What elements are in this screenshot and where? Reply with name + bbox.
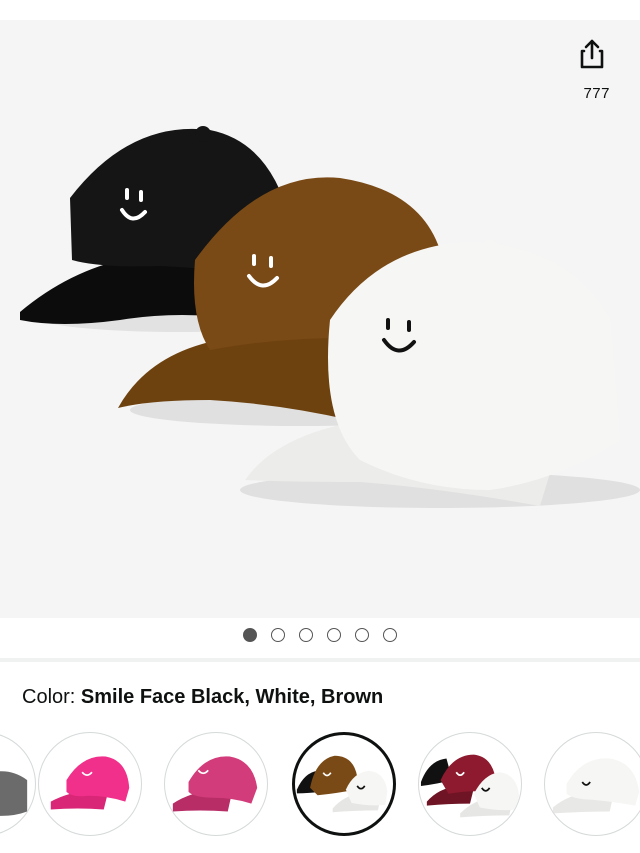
color-swatch-row [0, 730, 640, 840]
pagination-dot[interactable] [383, 628, 397, 642]
pagination-dot[interactable] [327, 628, 341, 642]
gallery-pagination [0, 628, 640, 646]
share-button[interactable] [568, 30, 616, 78]
share-count: 777 [583, 85, 610, 102]
product-hero-image[interactable] [0, 20, 640, 618]
selected-color-name: Smile Face Black, White, Brown [80, 686, 384, 708]
color-prefix: Color: [22, 686, 81, 708]
swatch-black-white-brown[interactable] [292, 732, 396, 836]
color-selector-label: Color: Smile Face Black, White, Brown [22, 686, 383, 709]
swatch-rose-pink[interactable] [164, 732, 268, 836]
swatch-partial-gray[interactable] [0, 732, 36, 836]
share-icon [580, 39, 604, 69]
swatch-hot-pink[interactable] [38, 732, 142, 836]
swatch-black-burgundy-white[interactable] [418, 732, 522, 836]
swatch-white[interactable] [544, 732, 640, 836]
pagination-dot[interactable] [271, 628, 285, 642]
pagination-dot[interactable] [299, 628, 313, 642]
pagination-dot[interactable] [355, 628, 369, 642]
product-image-gallery[interactable]: 777 [0, 20, 640, 618]
section-divider [0, 658, 640, 662]
pagination-dot[interactable] [243, 628, 257, 642]
